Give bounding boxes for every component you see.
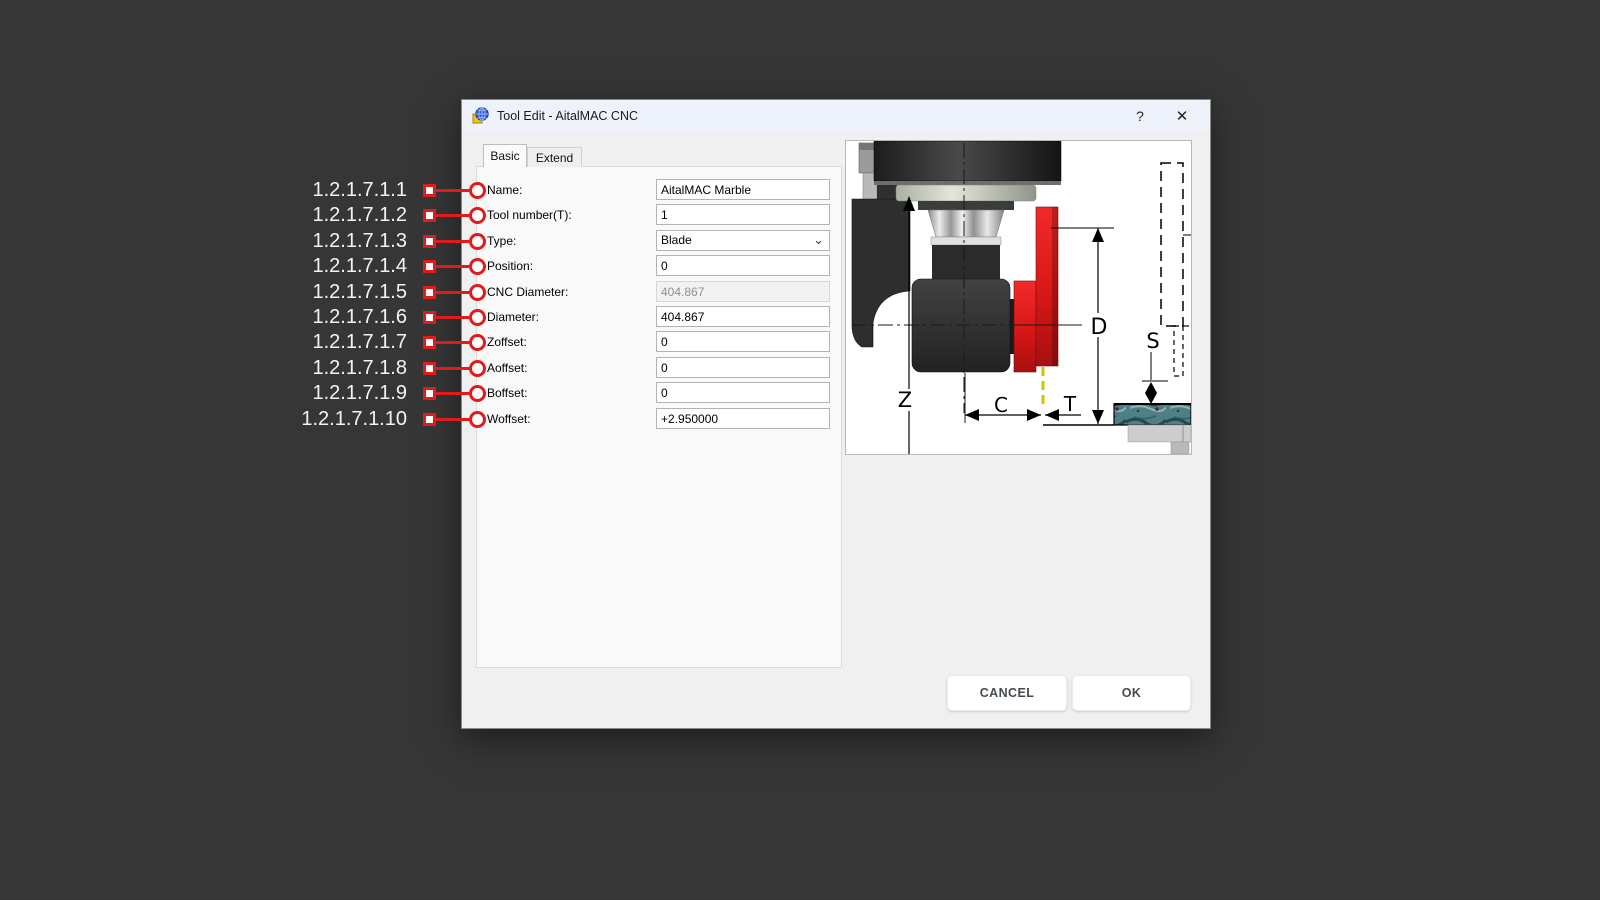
- aoffset-input[interactable]: [656, 357, 830, 378]
- field-label: Boffset:: [487, 382, 527, 404]
- tab-basic[interactable]: Basic: [483, 144, 527, 167]
- annotation-id: 1.2.1.7.1.2: [312, 204, 407, 227]
- name-input[interactable]: [656, 179, 830, 200]
- annotation-row: 1.2.1.7.1.6: [240, 305, 486, 329]
- field-label: Diameter:: [487, 306, 539, 328]
- annotation-row: 1.2.1.7.1.2: [240, 203, 486, 227]
- annotation-square-marker: [423, 362, 436, 375]
- field-label: Aoffset:: [487, 357, 527, 379]
- dim-label-d: D: [1091, 315, 1108, 340]
- boffset-input[interactable]: [656, 382, 830, 403]
- field-label: CNC Diameter:: [487, 281, 568, 303]
- annotation-id: 1.2.1.7.1.8: [312, 357, 407, 380]
- annotation-id: 1.2.1.7.1.6: [312, 306, 407, 329]
- position-input[interactable]: [656, 255, 830, 276]
- annotation-square-marker: [423, 209, 436, 222]
- annotation-square-marker: [423, 260, 436, 273]
- annotation-id: 1.2.1.7.1.1: [312, 179, 407, 202]
- ok-button[interactable]: OK: [1073, 676, 1190, 710]
- app-globe-icon: [472, 107, 489, 124]
- cnc-diameter-input: [656, 281, 830, 302]
- dim-label-s: S: [1146, 329, 1159, 353]
- tool-number-input[interactable]: [656, 204, 830, 225]
- annotation-row: 1.2.1.7.1.1: [240, 178, 486, 202]
- cancel-button[interactable]: CANCEL: [948, 676, 1066, 710]
- annotation-square-marker: [423, 235, 436, 248]
- annotation-id: 1.2.1.7.1.10: [301, 408, 407, 431]
- annotation-row: 1.2.1.7.1.7: [240, 330, 486, 354]
- dim-label-c: C: [994, 393, 1008, 417]
- annotation-row: 1.2.1.7.1.4: [240, 254, 486, 278]
- dim-label-z: Z: [898, 388, 912, 412]
- desktop-background: Tool Edit - AitalMAC CNC ? ✕ Basic Exten…: [0, 0, 1600, 900]
- annotation-id: 1.2.1.7.1.5: [312, 281, 407, 304]
- close-icon[interactable]: ✕: [1162, 100, 1202, 131]
- annotation-row: 1.2.1.7.1.3: [240, 229, 486, 253]
- annotation-id: 1.2.1.7.1.4: [312, 255, 407, 278]
- field-label: Tool number(T):: [487, 204, 572, 226]
- annotation-square-marker: [423, 311, 436, 324]
- chevron-down-icon: ⌄: [813, 231, 824, 249]
- type-dropdown-value: Blade: [661, 233, 692, 247]
- tool-edit-dialog: Tool Edit - AitalMAC CNC ? ✕ Basic Exten…: [462, 100, 1210, 728]
- type-dropdown[interactable]: Blade ⌄: [656, 230, 830, 251]
- field-label: Position:: [487, 255, 533, 277]
- tab-extend[interactable]: Extend: [527, 147, 582, 167]
- field-label: Zoffset:: [487, 331, 527, 353]
- diameter-input[interactable]: [656, 306, 830, 327]
- tool-diagram-image: Z C T D: [845, 140, 1192, 455]
- annotation-row: 1.2.1.7.1.9: [240, 381, 486, 405]
- field-label: Woffset:: [487, 408, 531, 430]
- annotation-square-marker: [423, 286, 436, 299]
- annotation-square-marker: [423, 413, 436, 426]
- annotation-square-marker: [423, 336, 436, 349]
- annotation-square-marker: [423, 387, 436, 400]
- field-label: Type:: [487, 230, 516, 252]
- annotation-id: 1.2.1.7.1.9: [312, 382, 407, 405]
- annotation-row: 1.2.1.7.1.8: [240, 356, 486, 380]
- dim-label-t: T: [1063, 392, 1077, 416]
- annotation-square-marker: [423, 184, 436, 197]
- annotation-id: 1.2.1.7.1.7: [312, 331, 407, 354]
- woffset-input[interactable]: [656, 408, 830, 429]
- zoffset-input[interactable]: [656, 331, 830, 352]
- field-label: Name:: [487, 179, 522, 201]
- dialog-titlebar[interactable]: Tool Edit - AitalMAC CNC ? ✕: [462, 100, 1210, 131]
- help-button[interactable]: ?: [1120, 100, 1160, 131]
- dialog-title: Tool Edit - AitalMAC CNC: [497, 109, 638, 123]
- annotation-row: 1.2.1.7.1.5: [240, 280, 486, 304]
- annotation-id: 1.2.1.7.1.3: [312, 230, 407, 253]
- annotation-row: 1.2.1.7.1.10: [240, 407, 486, 431]
